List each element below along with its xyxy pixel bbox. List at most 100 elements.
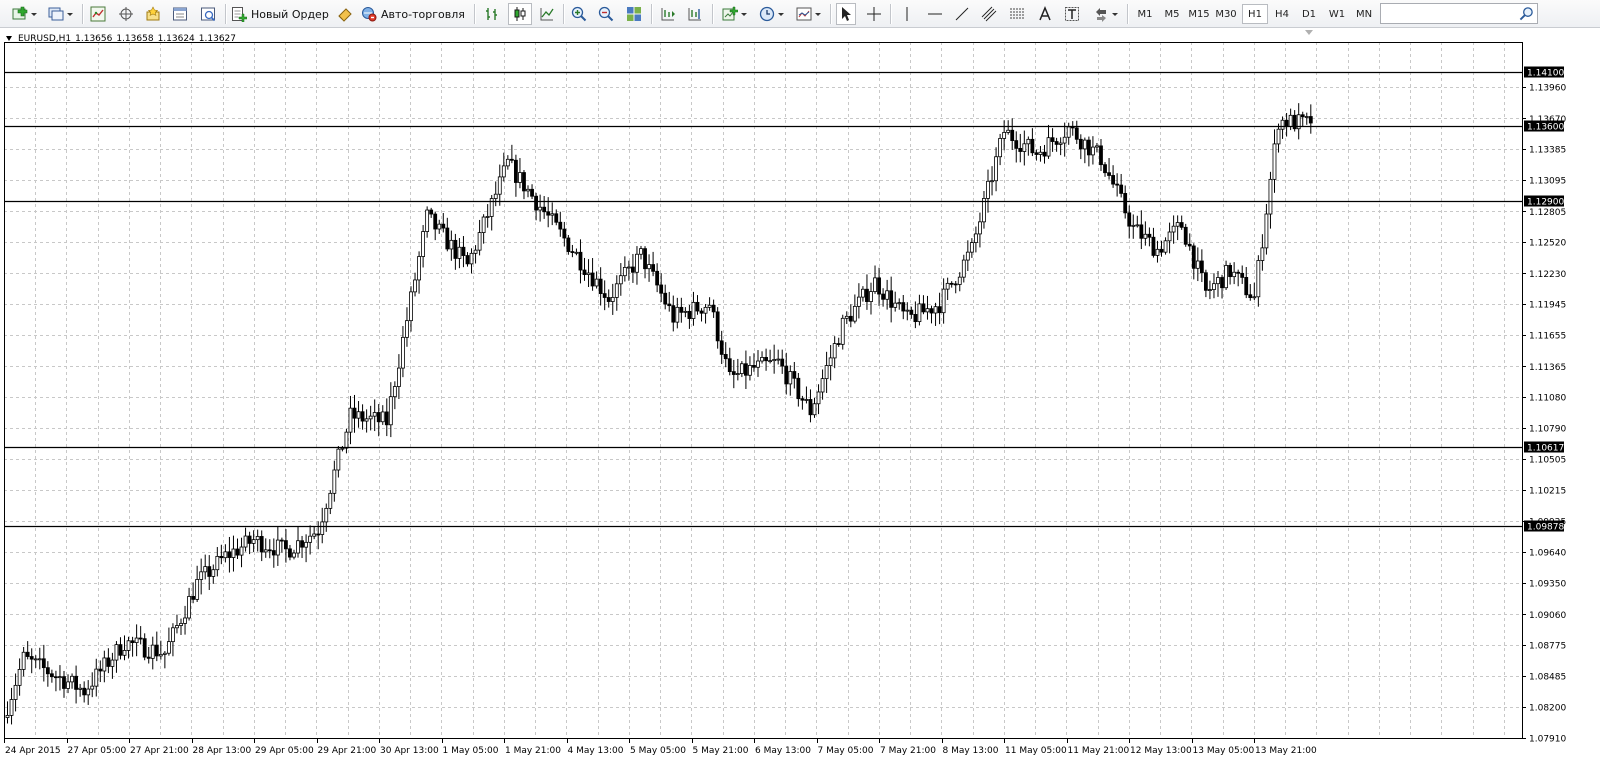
bar-chart-button[interactable] bbox=[482, 3, 502, 25]
candle bbox=[405, 307, 409, 347]
candle bbox=[731, 359, 736, 389]
candle bbox=[861, 286, 865, 302]
equidistant-channel-button[interactable] bbox=[979, 3, 999, 25]
cursor-button[interactable] bbox=[836, 3, 856, 25]
candle bbox=[154, 631, 159, 662]
candle bbox=[86, 680, 91, 705]
bull-candle-body bbox=[986, 180, 990, 199]
auto-trading-button[interactable]: Авто-торговля bbox=[361, 3, 467, 25]
meta-editor-button[interactable] bbox=[335, 3, 355, 25]
timeframe-w1-button[interactable]: W1 bbox=[1324, 4, 1350, 24]
bull-candle-body bbox=[388, 396, 393, 426]
candle bbox=[449, 230, 454, 261]
candle bbox=[275, 526, 280, 566]
candle bbox=[969, 238, 974, 258]
zoom-out-button[interactable] bbox=[596, 3, 616, 25]
bear-candle-body bbox=[663, 292, 668, 305]
candle bbox=[465, 252, 470, 267]
bull-candle-body bbox=[179, 623, 183, 626]
periods-button[interactable] bbox=[755, 3, 787, 25]
new-order-icon bbox=[232, 7, 247, 22]
candle bbox=[1086, 136, 1091, 167]
timeframe-m1-button[interactable]: M1 bbox=[1132, 4, 1158, 24]
profiles-button[interactable] bbox=[44, 3, 76, 25]
bear-candle-body bbox=[784, 365, 789, 385]
text-label-button[interactable] bbox=[1035, 3, 1055, 25]
timeframe-m30-button[interactable]: M30 bbox=[1213, 4, 1239, 24]
horizontal-levels[interactable]: 1.14100 1.13600 1.12900 1.10617 1.09878 bbox=[4, 66, 1564, 533]
zoom-in-button[interactable] bbox=[569, 3, 589, 25]
horizontal-line-button[interactable] bbox=[925, 3, 945, 25]
bull-candle-body bbox=[526, 188, 530, 192]
bull-candle-body bbox=[505, 158, 510, 167]
new-order-button[interactable]: Новый Ордер bbox=[231, 3, 333, 25]
bear-candle-body bbox=[1300, 114, 1305, 118]
bear-candle-body bbox=[796, 377, 801, 400]
zoom-in-icon bbox=[571, 6, 587, 22]
tile-windows-button[interactable] bbox=[624, 3, 644, 25]
templates-button[interactable] bbox=[792, 3, 824, 25]
bull-candle-body bbox=[1216, 277, 1220, 285]
market-watch-button[interactable] bbox=[87, 3, 109, 25]
candle bbox=[380, 405, 385, 425]
bear-candle-body bbox=[1199, 260, 1204, 274]
timeframe-h1-button[interactable]: H1 bbox=[1242, 4, 1268, 24]
crosshair-icon bbox=[119, 7, 133, 21]
arrows-button[interactable] bbox=[1090, 3, 1120, 25]
bull-candle-body bbox=[776, 358, 781, 361]
candle bbox=[574, 248, 579, 256]
candle bbox=[114, 641, 119, 673]
candle bbox=[227, 536, 232, 573]
timeframe-m5-button[interactable]: M5 bbox=[1159, 4, 1185, 24]
chart-shift-marker-icon[interactable] bbox=[1305, 30, 1313, 35]
trendline-button[interactable] bbox=[952, 3, 972, 25]
timeframe-m15-button[interactable]: M15 bbox=[1186, 4, 1212, 24]
vertical-line-button[interactable] bbox=[897, 3, 917, 25]
bear-candle-body bbox=[901, 302, 906, 312]
bear-candle-body bbox=[715, 311, 720, 342]
text-box-button[interactable] bbox=[1062, 3, 1082, 25]
cursor-arrow-icon bbox=[842, 7, 851, 21]
bear-candle-body bbox=[929, 308, 934, 314]
candle bbox=[1050, 128, 1055, 152]
bear-candle-body bbox=[1111, 175, 1115, 185]
candle bbox=[687, 304, 692, 329]
data-window-button[interactable] bbox=[115, 3, 137, 25]
bull-candle-body bbox=[1224, 265, 1228, 289]
new-chart-button[interactable] bbox=[8, 3, 40, 25]
bear-candle-body bbox=[45, 667, 50, 675]
candle bbox=[921, 295, 926, 315]
timeframe-h4-button[interactable]: H4 bbox=[1269, 4, 1295, 24]
fibonacci-button[interactable] bbox=[1007, 3, 1027, 25]
timeframe-mn-button[interactable]: MN bbox=[1351, 4, 1377, 24]
strategy-tester-button[interactable] bbox=[197, 3, 219, 25]
candlestick-chart[interactable]: 1.139601.136701.133851.130951.128051.125… bbox=[0, 29, 1600, 777]
search-input[interactable] bbox=[1380, 3, 1538, 24]
terminal-button[interactable] bbox=[169, 3, 191, 25]
crosshair-button[interactable] bbox=[864, 3, 884, 25]
candle bbox=[1203, 269, 1208, 298]
candle bbox=[417, 251, 421, 294]
bull-candle-body bbox=[296, 540, 300, 554]
line-chart-button[interactable] bbox=[537, 3, 557, 25]
chart-shift-button[interactable] bbox=[685, 3, 705, 25]
candle bbox=[312, 526, 317, 540]
indicators-button[interactable] bbox=[718, 3, 750, 25]
auto-scroll-button[interactable] bbox=[658, 3, 678, 25]
timeframe-d1-button[interactable]: D1 bbox=[1296, 4, 1322, 24]
bull-candle-body bbox=[78, 687, 83, 690]
candle bbox=[957, 272, 962, 292]
candlestick-chart-button[interactable] bbox=[508, 3, 532, 25]
candle bbox=[1018, 133, 1023, 163]
candle bbox=[437, 219, 442, 234]
navigator-button[interactable] bbox=[142, 3, 164, 25]
candle bbox=[889, 276, 894, 323]
candle bbox=[586, 259, 591, 288]
bull-candle-body bbox=[255, 536, 260, 541]
chart-window[interactable]: EURUSD,H1 1.13656 1.13658 1.13624 1.1362… bbox=[0, 29, 1600, 777]
bull-candle-body bbox=[978, 221, 982, 235]
candle bbox=[804, 386, 809, 404]
bull-candle-body bbox=[905, 309, 910, 312]
candle bbox=[441, 212, 446, 233]
price-tick-label: 1.08200 bbox=[1529, 703, 1566, 713]
